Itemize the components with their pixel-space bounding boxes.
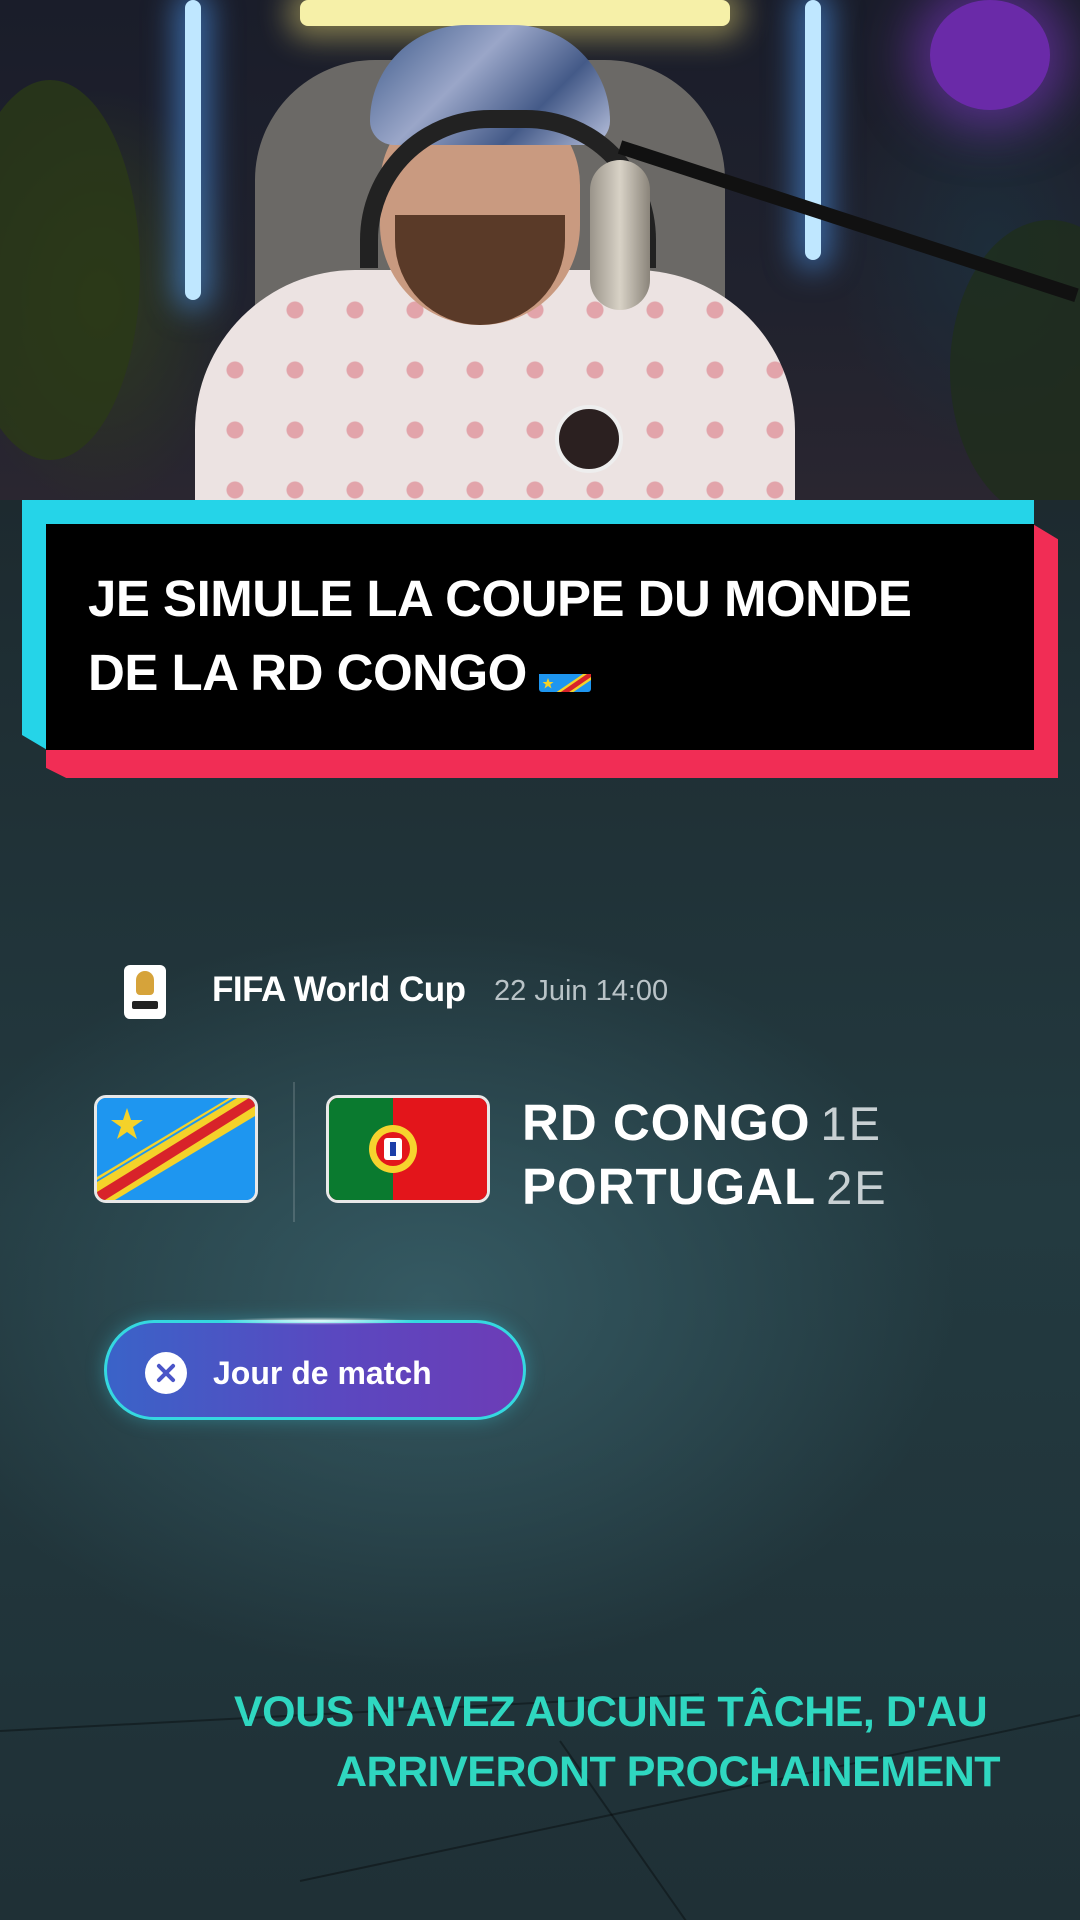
away-team: PORTUGAL 2E xyxy=(522,1157,888,1216)
notice-line-1: VOUS N'AVEZ AUCUNE TÂCHE, D'AU xyxy=(234,1688,988,1736)
purple-light xyxy=(930,0,1050,110)
flag-divider xyxy=(293,1082,295,1222)
away-team-rank: 2E xyxy=(826,1161,888,1214)
neon-light xyxy=(300,0,730,26)
title-banner: JE SIMULE LA COUPE DU MONDE DE LA RD CON… xyxy=(22,500,1058,778)
neon-light xyxy=(805,0,821,260)
webcam-feed xyxy=(0,0,1080,500)
drc-flag-icon xyxy=(94,1095,258,1203)
home-team: RD CONGO 1E xyxy=(522,1093,882,1152)
notice-line-2: ARRIVERONT PROCHAINEMENT xyxy=(336,1748,1001,1796)
fifa-world-cup-trophy-icon xyxy=(124,965,166,1019)
portugal-flag-icon xyxy=(326,1095,490,1203)
neon-light xyxy=(185,0,201,300)
competition-name: FIFA World Cup xyxy=(212,970,466,1009)
floor-line xyxy=(299,1713,1080,1882)
home-team-name: RD CONGO xyxy=(522,1094,811,1151)
plant xyxy=(0,80,140,460)
match-day-label: Jour de match xyxy=(213,1355,432,1391)
match-day-button[interactable]: Jour de match xyxy=(104,1317,526,1420)
title-line-2: DE LA RD CONGO xyxy=(88,636,1018,710)
away-team-name: PORTUGAL xyxy=(522,1158,817,1215)
title-line-1: JE SIMULE LA COUPE DU MONDE xyxy=(88,570,912,627)
video-title: JE SIMULE LA COUPE DU MONDE DE LA RD CON… xyxy=(88,562,1018,710)
shirt-crest xyxy=(555,405,623,473)
x-button-icon xyxy=(145,1352,187,1394)
match-datetime: 22 Juin 14:00 xyxy=(494,975,669,1007)
microphone xyxy=(590,160,650,310)
home-team-rank: 1E xyxy=(820,1097,882,1150)
drc-flag-emoji-icon xyxy=(538,656,591,692)
title-line-2-text: DE LA RD CONGO xyxy=(88,644,527,701)
